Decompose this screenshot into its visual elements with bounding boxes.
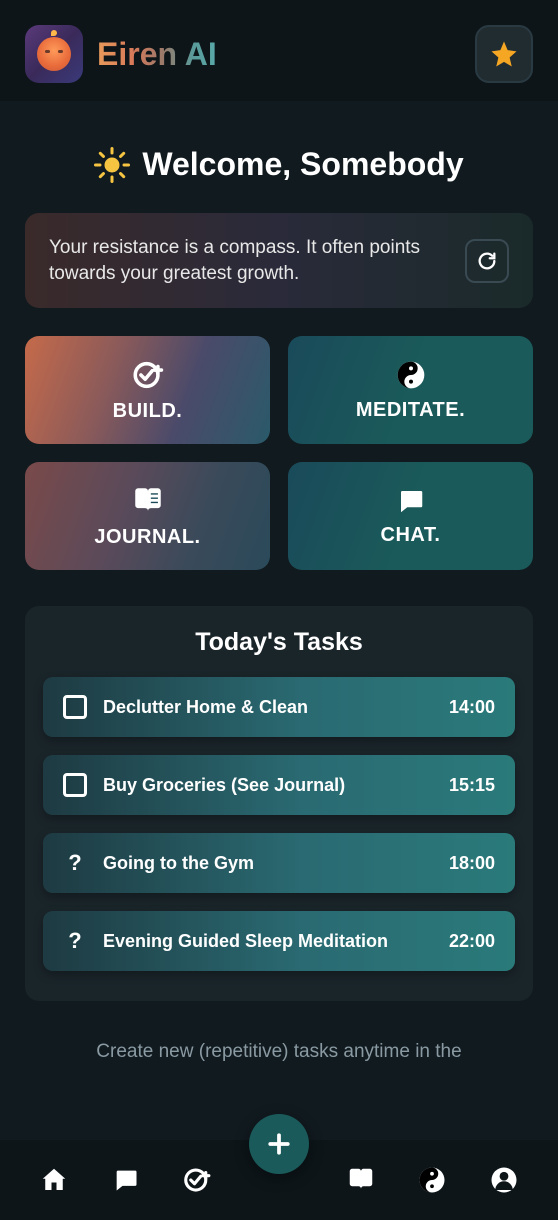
refresh-quote-button[interactable] — [465, 239, 509, 283]
brand-name: Eiren AI — [97, 36, 217, 73]
main-content: Welcome, Somebody Your resistance is a c… — [0, 101, 558, 1140]
welcome-text: Welcome, Somebody — [142, 146, 463, 183]
star-icon — [489, 39, 519, 69]
task-label: Buy Groceries (See Journal) — [103, 775, 433, 796]
bottom-nav — [0, 1140, 558, 1220]
meditate-label: MEDITATE. — [356, 399, 465, 422]
refresh-icon — [476, 250, 498, 272]
nav-journal[interactable] — [341, 1160, 381, 1200]
question-icon: ? — [63, 929, 87, 953]
action-grid: BUILD. MEDITATE. JOURNAL. CHAT. — [25, 336, 533, 570]
home-icon — [39, 1165, 69, 1195]
tasks-section: Today's Tasks Declutter Home & Clean 14:0… — [25, 606, 533, 1001]
tasks-footer-text: Create new (repetitive) tasks anytime in… — [25, 1041, 533, 1063]
chat-icon — [396, 486, 426, 516]
task-list: Declutter Home & Clean 14:00 Buy Groceries… — [43, 677, 515, 971]
book-icon — [131, 484, 165, 518]
app-logo-icon — [25, 25, 83, 83]
chat-label: CHAT. — [381, 524, 441, 547]
check-plus-icon — [182, 1165, 212, 1195]
task-time: 22:00 — [449, 931, 495, 952]
quote-card: Your resistance is a compass. It often p… — [25, 213, 533, 308]
task-time: 18:00 — [449, 853, 495, 874]
task-row[interactable]: ? Going to the Gym 18:00 — [43, 833, 515, 893]
checkbox-icon[interactable] — [63, 695, 87, 719]
nav-home[interactable] — [34, 1160, 74, 1200]
add-button[interactable] — [249, 1114, 309, 1174]
journal-label: JOURNAL. — [94, 526, 200, 549]
welcome-row: Welcome, Somebody — [25, 146, 533, 183]
sun-icon — [94, 147, 130, 183]
question-icon: ? — [63, 851, 87, 875]
task-label: Evening Guided Sleep Meditation — [103, 931, 433, 952]
chat-icon — [112, 1166, 140, 1194]
tasks-title: Today's Tasks — [43, 628, 515, 657]
nav-profile[interactable] — [484, 1160, 524, 1200]
task-time: 15:15 — [449, 775, 495, 796]
task-row[interactable]: Declutter Home & Clean 14:00 — [43, 677, 515, 737]
build-label: BUILD. — [113, 400, 183, 423]
task-label: Declutter Home & Clean — [103, 697, 433, 718]
nav-chat[interactable] — [106, 1160, 146, 1200]
yin-yang-icon — [395, 359, 427, 391]
app-header: Eiren AI — [0, 0, 558, 101]
profile-icon — [489, 1165, 519, 1195]
task-label: Going to the Gym — [103, 853, 433, 874]
nav-meditate[interactable] — [412, 1160, 452, 1200]
task-row[interactable]: Buy Groceries (See Journal) 15:15 — [43, 755, 515, 815]
chat-tile[interactable]: CHAT. — [288, 462, 533, 570]
plus-icon — [264, 1129, 294, 1159]
task-time: 14:00 — [449, 697, 495, 718]
favorite-button[interactable] — [475, 25, 533, 83]
nav-build[interactable] — [177, 1160, 217, 1200]
yin-yang-icon — [417, 1165, 447, 1195]
brand: Eiren AI — [25, 25, 217, 83]
build-tile[interactable]: BUILD. — [25, 336, 270, 444]
book-icon — [346, 1165, 376, 1195]
meditate-tile[interactable]: MEDITATE. — [288, 336, 533, 444]
task-row[interactable]: ? Evening Guided Sleep Meditation 22:00 — [43, 911, 515, 971]
journal-tile[interactable]: JOURNAL. — [25, 462, 270, 570]
checkbox-icon[interactable] — [63, 773, 87, 797]
check-plus-icon — [131, 358, 165, 392]
quote-text: Your resistance is a compass. It often p… — [49, 235, 451, 286]
